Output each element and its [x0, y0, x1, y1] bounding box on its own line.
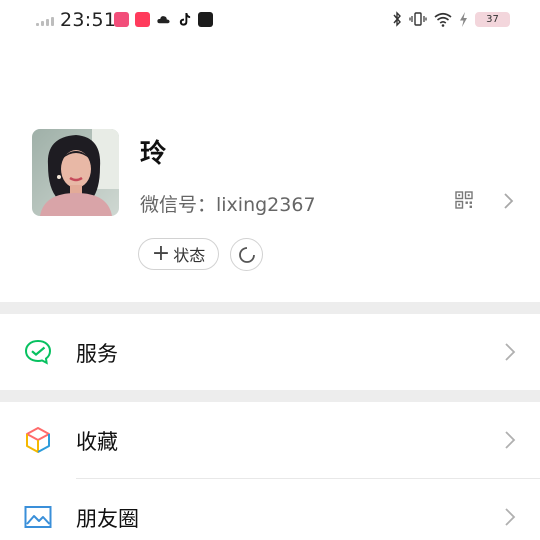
tiktok-icon — [179, 12, 191, 26]
plus-icon: + — [151, 241, 171, 266]
battery-indicator: 37 — [475, 11, 510, 27]
profile-header[interactable]: 玲 微信号：lixing2367 + 状态 — [0, 110, 540, 302]
status-time: 23:51 — [60, 9, 117, 31]
status-bar: 23:51 37 — [0, 0, 540, 42]
chevron-right-icon — [505, 343, 516, 361]
favorites-cube-icon — [26, 427, 50, 453]
notification-icons — [114, 12, 213, 27]
profile-name: 玲 — [140, 139, 167, 169]
system-status-icons: 37 — [392, 11, 510, 27]
menu-item-label: 朋友圈 — [76, 507, 139, 531]
wechat-id: 微信号：lixing2367 — [140, 194, 316, 216]
status-refresh-button[interactable] — [230, 238, 263, 271]
add-status-button[interactable]: + 状态 — [138, 238, 219, 270]
soul-app-icon — [198, 12, 213, 27]
chevron-right-icon — [505, 508, 516, 526]
menu-item-services[interactable]: 服务 — [0, 314, 540, 390]
section-separator — [0, 390, 540, 402]
weather-cloud-icon — [157, 16, 170, 24]
menu-item-favorites[interactable]: 收藏 — [0, 402, 540, 478]
cellular-signal-icon — [36, 16, 54, 26]
menu-item-label: 服务 — [76, 342, 118, 366]
app-notification-icon — [135, 12, 150, 27]
vibrate-icon — [409, 12, 427, 26]
wifi-icon — [434, 12, 452, 27]
chevron-right-icon — [505, 431, 516, 449]
avatar-photo — [32, 129, 119, 216]
services-icon — [24, 339, 52, 365]
moments-picture-icon — [24, 506, 52, 528]
menu-item-moments[interactable]: 朋友圈 — [0, 479, 540, 540]
charging-bolt-icon — [460, 11, 467, 27]
menu-item-label: 收藏 — [76, 430, 118, 454]
refresh-icon — [238, 246, 255, 263]
status-button-label: 状态 — [173, 246, 206, 265]
app-notification-icon — [114, 12, 129, 27]
bluetooth-icon — [393, 11, 401, 27]
section-separator — [0, 302, 540, 314]
avatar[interactable] — [32, 129, 119, 216]
qr-code-icon[interactable] — [455, 191, 473, 209]
chevron-right-icon[interactable] — [503, 192, 515, 210]
